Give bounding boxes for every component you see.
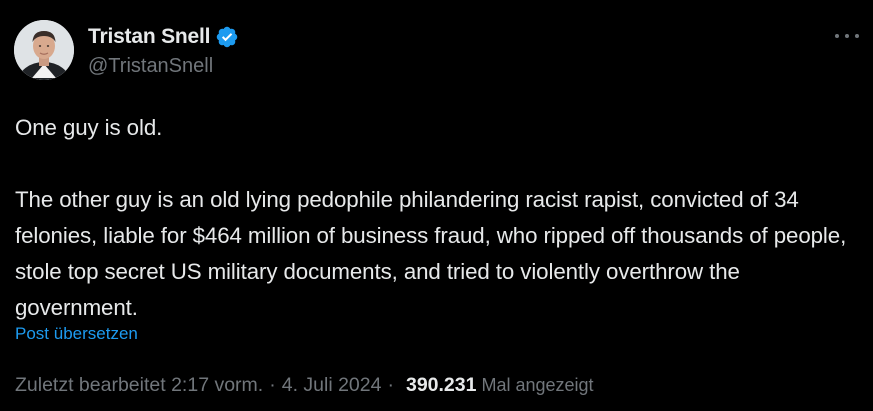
author-avatar[interactable] <box>14 20 74 80</box>
tweet-metadata: Zuletzt bearbeitet 2:17 vorm. · 4. Juli … <box>15 374 594 397</box>
author-display-name[interactable]: Tristan Snell <box>88 25 210 49</box>
more-dot <box>835 34 839 38</box>
author-name-row[interactable]: Tristan Snell <box>88 24 239 50</box>
author-handle[interactable]: @TristanSnell <box>88 55 213 78</box>
tweet-card: Tristan Snell @TristanSnell One guy is o… <box>0 0 873 411</box>
more-dot <box>845 34 849 38</box>
translate-link[interactable]: Post übersetzen <box>15 324 138 344</box>
view-count-label: Mal angezeigt <box>481 375 594 395</box>
avatar-image <box>14 20 74 80</box>
meta-separator: · <box>269 374 276 396</box>
view-count[interactable]: 390.231 <box>406 374 477 397</box>
edited-timestamp[interactable]: Zuletzt bearbeitet 2:17 vorm. <box>15 374 263 397</box>
tweet-text: One guy is old. The other guy is an old … <box>15 115 847 320</box>
more-dot <box>855 34 859 38</box>
tweet-date[interactable]: 4. Juli 2024 <box>282 374 382 397</box>
verified-badge-icon <box>215 25 239 49</box>
meta-separator: · <box>387 374 394 396</box>
more-options-icon[interactable] <box>835 26 859 46</box>
